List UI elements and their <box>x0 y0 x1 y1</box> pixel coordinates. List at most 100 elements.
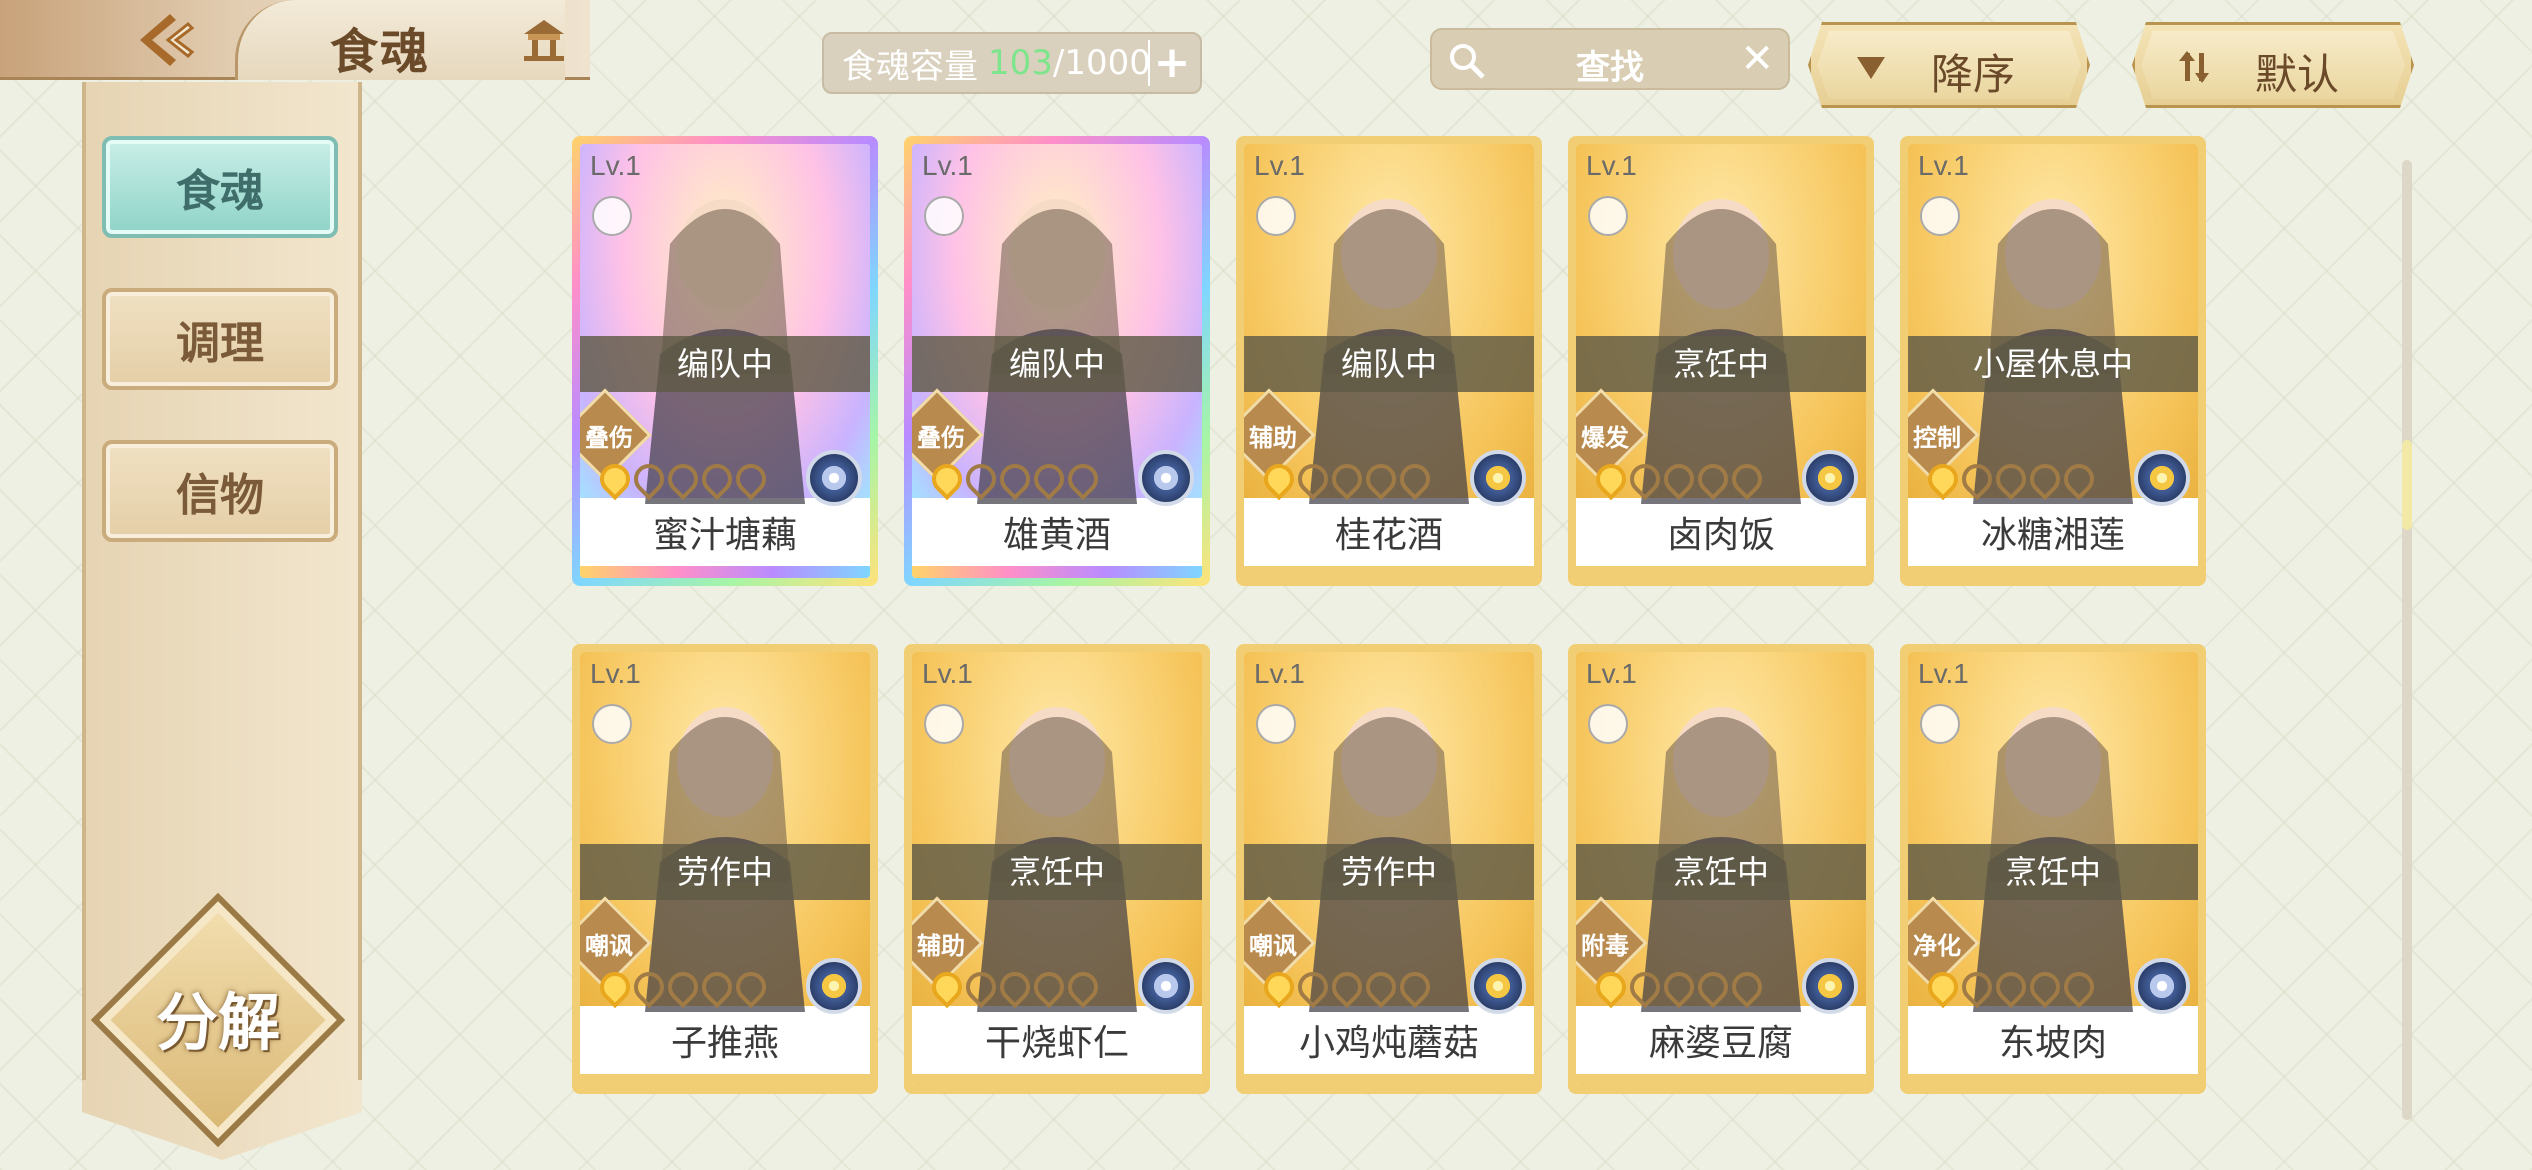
star-icon <box>1257 457 1301 501</box>
flower-icon <box>2148 972 2176 1000</box>
card-body: Lv.1 劳作中嘲讽子推燕 <box>580 652 870 1086</box>
star-icon <box>1691 965 1735 1009</box>
card-bottom-band <box>1244 1074 1534 1086</box>
dish-icon <box>924 196 964 236</box>
search-box[interactable]: 查找 ✕ <box>1430 28 1790 90</box>
soul-card[interactable]: Lv.1 编队中 叠伤 雄黄酒 <box>904 136 1210 586</box>
dish-icon <box>1256 704 1296 744</box>
card-status: 编队中 <box>1244 336 1534 392</box>
flower-icon <box>1816 972 1844 1000</box>
card-bottom-band <box>580 566 870 578</box>
role-label: 控制 <box>1913 424 1961 452</box>
star-icon <box>729 965 773 1009</box>
soul-card[interactable]: Lv.1 劳作中嘲讽子推燕 <box>572 644 878 1094</box>
card-bottom-band <box>912 1074 1202 1086</box>
role-label: 嘲讽 <box>585 932 633 960</box>
star-icon <box>1061 457 1105 501</box>
sort-order-button[interactable]: 降序 <box>1808 22 2090 108</box>
card-status: 编队中 <box>912 336 1202 392</box>
star-rating <box>1257 965 1437 1009</box>
add-capacity-button[interactable]: + <box>1148 40 1194 86</box>
card-name: 麻婆豆腐 <box>1648 1023 1793 1064</box>
star-icon <box>1257 965 1301 1009</box>
star-icon <box>1393 965 1437 1009</box>
soul-card[interactable]: Lv.1 劳作中 嘲讽 小鸡炖蘑菇 <box>1236 644 1542 1094</box>
flower-icon <box>1484 464 1512 492</box>
dish-icon <box>1920 704 1960 744</box>
card-name: 干烧虾仁 <box>984 1023 1129 1064</box>
star-icon <box>993 965 1037 1009</box>
sort-order-label: 降序 <box>1931 50 2016 99</box>
soul-card[interactable]: Lv.1 编队中 辅助 桂花酒 <box>1236 136 1542 586</box>
star-icon <box>1725 457 1769 501</box>
card-bottom-band <box>1576 1074 1866 1086</box>
flower-icon <box>2148 464 2176 492</box>
card-level: Lv.1 <box>590 658 641 689</box>
dish-icon <box>592 196 632 236</box>
card-level: Lv.1 <box>1254 658 1305 689</box>
card-level: Lv.1 <box>1254 150 1305 181</box>
star-icon <box>1393 457 1437 501</box>
sort-mode-button[interactable]: 默认 <box>2132 22 2414 108</box>
star-icon <box>1921 965 1965 1009</box>
back-button[interactable] <box>120 8 210 72</box>
star-icon <box>1359 965 1403 1009</box>
element-icon <box>2134 450 2190 506</box>
card-level: Lv.1 <box>1586 150 1637 181</box>
role-label: 嘲讽 <box>1249 932 1297 960</box>
flower-icon <box>820 972 848 1000</box>
sidebar-item-xinwu[interactable]: 信物 <box>102 440 338 542</box>
search-input[interactable]: 查找 <box>1432 40 1788 89</box>
card-status: 烹饪中 <box>912 844 1202 900</box>
role-label: 净化 <box>1913 932 1961 960</box>
soul-card[interactable]: Lv.1 小屋休息中 控制 冰糖湘莲 <box>1900 136 2206 586</box>
card-status: 小屋休息中 <box>1908 336 2198 392</box>
clear-search-button[interactable]: ✕ <box>1740 36 1774 82</box>
star-icon <box>661 965 705 1009</box>
card-status: 编队中 <box>580 336 870 392</box>
role-label: 辅助 <box>917 932 965 960</box>
dish-icon <box>924 704 964 744</box>
star-icon <box>1325 457 1369 501</box>
role-label: 爆发 <box>1581 424 1629 452</box>
scrollbar-track[interactable] <box>2402 160 2412 1120</box>
soul-card[interactable]: Lv.1 烹饪中 爆发 卤肉饭 <box>1568 136 1874 586</box>
star-icon <box>1589 965 1633 1009</box>
pavilion-icon[interactable] <box>520 18 568 62</box>
triangle-down-icon <box>1851 47 1891 87</box>
scrollbar-thumb[interactable] <box>2402 440 2412 530</box>
card-status: 劳作中 <box>580 844 870 900</box>
star-icon <box>993 457 1037 501</box>
role-label: 辅助 <box>1249 424 1297 452</box>
card-body: Lv.1 烹饪中 净化 东坡肉 <box>1908 652 2198 1086</box>
card-body: Lv.1 编队中 辅助 桂花酒 <box>1244 144 1534 578</box>
sidebar-item-shihun[interactable]: 食魂 <box>102 136 338 238</box>
card-bottom-band <box>1576 566 1866 578</box>
element-icon <box>1470 958 1526 1014</box>
flower-icon <box>1152 972 1180 1000</box>
star-icon <box>1291 457 1335 501</box>
card-name: 雄黄酒 <box>1002 515 1111 556</box>
soul-card[interactable]: Lv.1 烹饪中 辅助 干烧虾仁 <box>904 644 1210 1094</box>
soul-card[interactable]: Lv.1 烹饪中 附毒 麻婆豆腐 <box>1568 644 1874 1094</box>
star-rating <box>1589 457 1769 501</box>
star-icon <box>1955 965 1999 1009</box>
star-icon <box>1623 457 1667 501</box>
sidebar-item-tiaoli[interactable]: 调理 <box>102 288 338 390</box>
card-level: Lv.1 <box>590 150 641 181</box>
soul-card[interactable]: Lv.1 烹饪中 净化 东坡肉 <box>1900 644 2206 1094</box>
star-icon <box>2023 965 2067 1009</box>
star-icon <box>695 457 739 501</box>
star-icon <box>1989 457 2033 501</box>
star-icon <box>2023 457 2067 501</box>
star-icon <box>1657 457 1701 501</box>
card-name: 子推燕 <box>670 1023 779 1064</box>
card-status: 烹饪中 <box>1576 844 1866 900</box>
soul-card[interactable]: Lv.1 编队中 叠伤 蜜汁塘藕 <box>572 136 878 586</box>
star-icon <box>1061 965 1105 1009</box>
card-level: Lv.1 <box>1918 150 1969 181</box>
star-icon <box>2057 965 2101 1009</box>
role-label: 叠伤 <box>585 424 633 452</box>
star-icon <box>593 457 637 501</box>
card-bottom-band <box>1244 566 1534 578</box>
